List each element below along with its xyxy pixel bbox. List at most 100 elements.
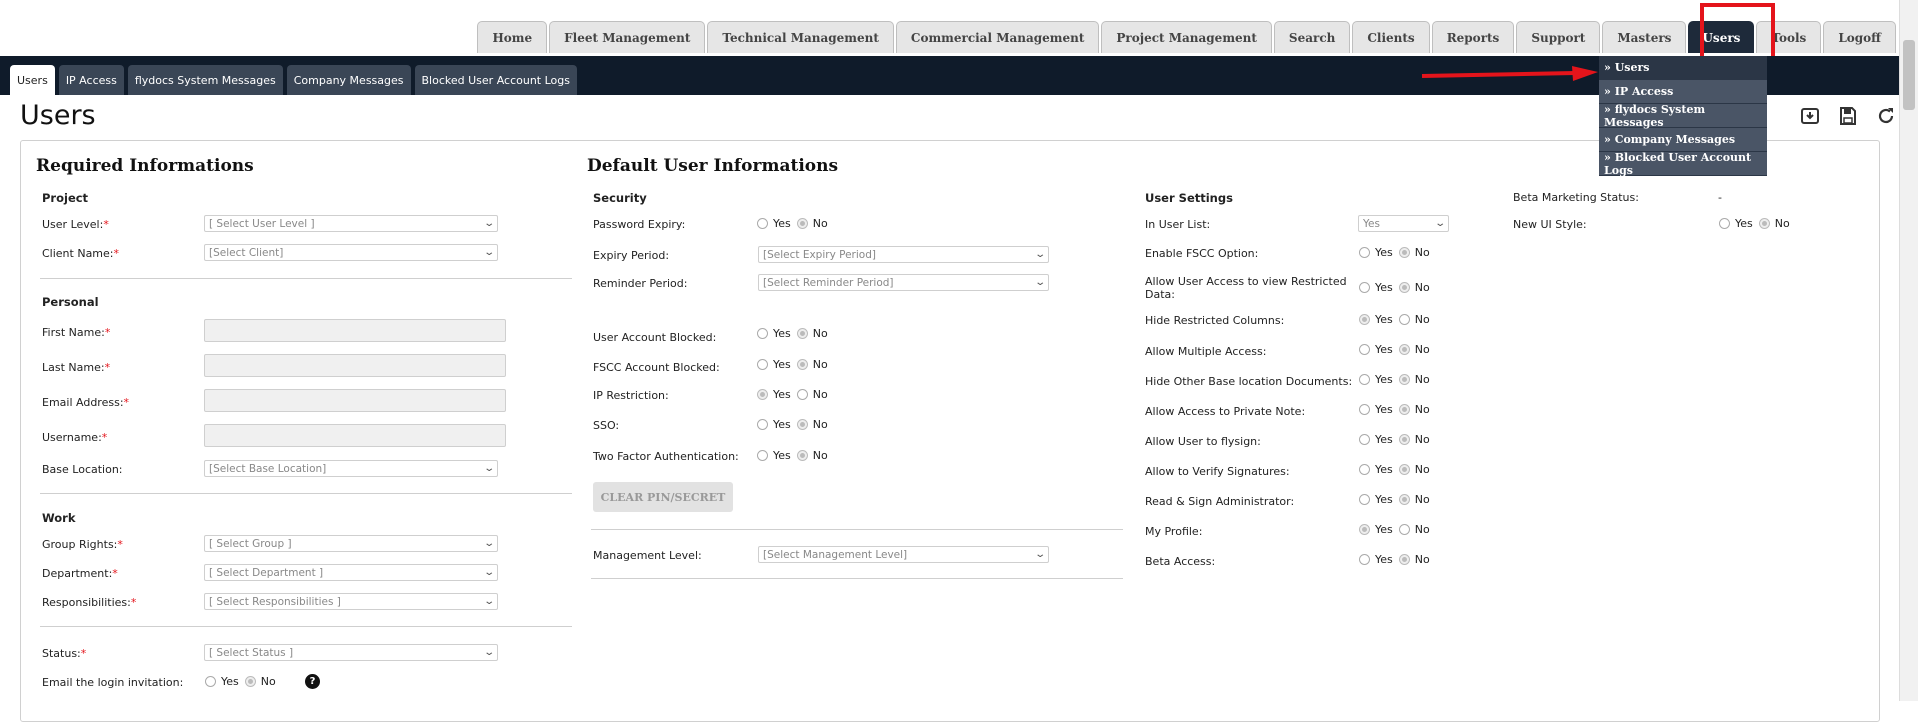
radio-no[interactable] bbox=[1398, 434, 1410, 445]
radio-yes[interactable] bbox=[205, 676, 216, 687]
hide-other-base-radio[interactable]: Yes No bbox=[1359, 373, 1436, 386]
radio-yes[interactable] bbox=[1359, 344, 1370, 355]
multiple-access-radio[interactable]: Yes No bbox=[1359, 343, 1436, 356]
user-level-select[interactable]: [ Select User Level ] ⌄ bbox=[204, 215, 498, 232]
department-select[interactable]: [ Select Department ] ⌄ bbox=[204, 564, 498, 581]
radio-no[interactable] bbox=[796, 328, 808, 339]
ip-restriction-radio[interactable]: Yes No bbox=[757, 388, 834, 401]
email-input[interactable] bbox=[204, 389, 506, 412]
tab-commercial-management[interactable]: Commercial Management bbox=[895, 21, 1100, 53]
radio-no[interactable] bbox=[796, 450, 808, 461]
radio-yes[interactable] bbox=[757, 389, 768, 400]
menu-item-ip-access[interactable]: » IP Access bbox=[1599, 80, 1767, 103]
new-ui-style-radio[interactable]: Yes No bbox=[1719, 217, 1796, 230]
radio-no[interactable] bbox=[1758, 218, 1770, 229]
download-icon[interactable] bbox=[1798, 104, 1822, 128]
radio-yes[interactable] bbox=[1359, 247, 1370, 258]
tab-fleet-management[interactable]: Fleet Management bbox=[549, 21, 706, 53]
radio-yes[interactable] bbox=[1359, 374, 1370, 385]
private-note-radio[interactable]: Yes No bbox=[1359, 403, 1436, 416]
radio-yes[interactable] bbox=[1359, 314, 1370, 325]
tab-support[interactable]: Support bbox=[1516, 21, 1601, 53]
username-input[interactable] bbox=[204, 424, 506, 447]
radio-no[interactable] bbox=[1398, 344, 1410, 355]
tab-logoff[interactable]: Logoff bbox=[1823, 21, 1896, 53]
scrollbar[interactable] bbox=[1899, 0, 1918, 701]
radio-no[interactable] bbox=[244, 676, 256, 687]
radio-no[interactable] bbox=[796, 419, 808, 430]
radio-no[interactable] bbox=[1398, 554, 1410, 565]
radio-yes[interactable] bbox=[1719, 218, 1730, 229]
radio-yes[interactable] bbox=[1359, 494, 1370, 505]
my-profile-radio[interactable]: Yes No bbox=[1359, 523, 1436, 536]
menu-item-blocked-logs[interactable]: » Blocked User Account Logs bbox=[1599, 151, 1767, 177]
tab-masters[interactable]: Masters bbox=[1602, 21, 1687, 53]
radio-no[interactable] bbox=[1398, 464, 1410, 475]
base-location-select[interactable]: [Select Base Location] ⌄ bbox=[204, 460, 498, 477]
radio-no[interactable] bbox=[1398, 282, 1410, 293]
tab-technical-management[interactable]: Technical Management bbox=[707, 21, 894, 53]
radio-no[interactable] bbox=[1398, 374, 1410, 385]
two-factor-radio[interactable]: Yes No bbox=[757, 449, 834, 462]
radio-yes[interactable] bbox=[1359, 524, 1370, 535]
radio-yes[interactable] bbox=[1359, 464, 1370, 475]
radio-no[interactable] bbox=[1398, 404, 1410, 415]
radio-yes[interactable] bbox=[757, 450, 768, 461]
save-icon[interactable] bbox=[1836, 104, 1860, 128]
scroll-thumb[interactable] bbox=[1903, 40, 1915, 110]
radio-yes[interactable] bbox=[1359, 434, 1370, 445]
radio-no[interactable] bbox=[796, 218, 808, 229]
radio-no[interactable] bbox=[1398, 314, 1410, 325]
sso-radio[interactable]: Yes No bbox=[757, 418, 834, 431]
menu-item-users[interactable]: » Users bbox=[1599, 56, 1767, 79]
password-expiry-radio[interactable]: Yes No bbox=[757, 217, 834, 230]
radio-no[interactable] bbox=[1398, 494, 1410, 505]
last-name-input[interactable] bbox=[204, 354, 506, 377]
subtab-company-messages[interactable]: Company Messages bbox=[286, 65, 411, 95]
radio-no[interactable] bbox=[796, 359, 808, 370]
group-rights-select[interactable]: [ Select Group ] ⌄ bbox=[204, 535, 498, 552]
radio-yes[interactable] bbox=[757, 328, 768, 339]
in-user-list-select[interactable]: Yes ⌄ bbox=[1358, 215, 1449, 232]
flysign-radio[interactable]: Yes No bbox=[1359, 433, 1436, 446]
menu-item-system-messages[interactable]: » flydocs System Messages bbox=[1599, 103, 1767, 129]
responsibilities-select[interactable]: [ Select Responsibilities ] ⌄ bbox=[204, 593, 498, 610]
tab-reports[interactable]: Reports bbox=[1431, 21, 1515, 53]
read-sign-admin-radio[interactable]: Yes No bbox=[1359, 493, 1436, 506]
tab-clients[interactable]: Clients bbox=[1352, 21, 1430, 53]
enable-fscc-radio[interactable]: Yes No bbox=[1359, 246, 1436, 259]
beta-access-radio[interactable]: Yes No bbox=[1359, 553, 1436, 566]
radio-no[interactable] bbox=[1398, 524, 1410, 535]
client-name-select[interactable]: [Select Client] ⌄ bbox=[204, 244, 498, 261]
email-invitation-radio[interactable]: Yes No bbox=[205, 675, 282, 688]
refresh-icon[interactable] bbox=[1874, 104, 1898, 128]
radio-yes[interactable] bbox=[757, 419, 768, 430]
verify-signatures-radio[interactable]: Yes No bbox=[1359, 463, 1436, 476]
hide-restricted-radio[interactable]: Yes No bbox=[1359, 313, 1436, 326]
radio-yes[interactable] bbox=[1359, 282, 1370, 293]
first-name-input[interactable] bbox=[204, 319, 506, 342]
radio-yes[interactable] bbox=[757, 218, 768, 229]
user-blocked-radio[interactable]: Yes No bbox=[757, 327, 834, 340]
fscc-blocked-radio[interactable]: Yes No bbox=[757, 358, 834, 371]
subtab-system-messages[interactable]: flydocs System Messages bbox=[127, 65, 283, 95]
radio-yes[interactable] bbox=[757, 359, 768, 370]
tab-home[interactable]: Home bbox=[477, 21, 548, 53]
radio-yes[interactable] bbox=[1359, 404, 1370, 415]
status-select[interactable]: [ Select Status ] ⌄ bbox=[204, 644, 498, 661]
management-level-select[interactable]: [Select Management Level] ⌄ bbox=[758, 546, 1049, 563]
help-icon[interactable]: ? bbox=[305, 674, 320, 689]
radio-no[interactable] bbox=[1398, 247, 1410, 258]
menu-item-company-messages[interactable]: » Company Messages bbox=[1599, 128, 1767, 151]
tab-project-management[interactable]: Project Management bbox=[1101, 21, 1272, 53]
expiry-period-select[interactable]: [Select Expiry Period] ⌄ bbox=[758, 246, 1049, 263]
clear-pin-secret-button[interactable]: CLEAR PIN/SECRET bbox=[593, 482, 733, 512]
subtab-ip-access[interactable]: IP Access bbox=[58, 65, 124, 95]
tab-search[interactable]: Search bbox=[1273, 21, 1351, 53]
radio-yes[interactable] bbox=[1359, 554, 1370, 565]
radio-no[interactable] bbox=[796, 389, 808, 400]
subtab-users[interactable]: Users bbox=[10, 65, 55, 95]
reminder-period-select[interactable]: [Select Reminder Period] ⌄ bbox=[758, 274, 1049, 291]
subtab-blocked-logs[interactable]: Blocked User Account Logs bbox=[414, 65, 577, 95]
restricted-data-radio[interactable]: Yes No bbox=[1359, 281, 1436, 294]
